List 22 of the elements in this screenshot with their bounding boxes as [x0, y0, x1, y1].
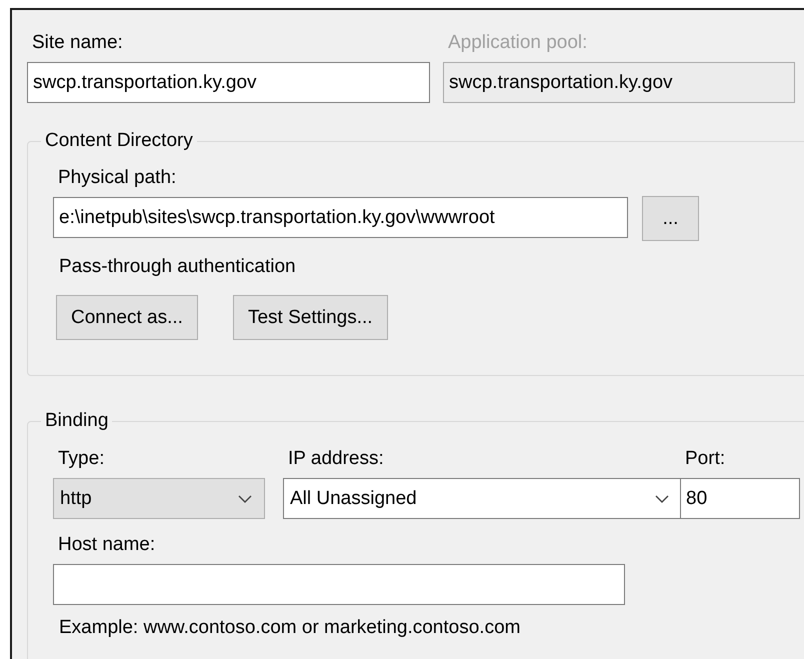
field-label: Type: [57, 447, 104, 471]
field-label: Site name: [31, 31, 123, 55]
field-label: Port: [684, 447, 726, 471]
group-title: Content Directory [44, 130, 194, 152]
dropdown[interactable]: http [53, 478, 265, 519]
browse-button[interactable]: ... [642, 196, 699, 241]
input-field[interactable]: swcp.transportation.ky.gov [27, 62, 430, 103]
chevron-down-icon [655, 494, 669, 502]
example-text: Example: www.contoso.com or marketing.contoso.com [58, 617, 522, 639]
group-title: Binding [44, 410, 110, 432]
action-button[interactable]: Test Settings... [232, 295, 388, 340]
input-field[interactable] [53, 564, 625, 605]
field-label: Physical path: [57, 166, 176, 190]
field-label: Application pool: [447, 31, 588, 55]
input-field[interactable]: e:\inetpub\sites\swcp.transportation.ky.gov\wwwroot [53, 197, 628, 238]
field-label: Host name: [57, 533, 156, 557]
dropdown[interactable]: All Unassigned [283, 478, 682, 519]
field-label: IP address: [287, 447, 384, 471]
auth-text: Pass-through authentication [58, 255, 297, 279]
input-field[interactable]: 80 [680, 478, 800, 519]
chevron-down-icon [238, 494, 252, 502]
action-button[interactable]: Connect as... [56, 295, 198, 340]
